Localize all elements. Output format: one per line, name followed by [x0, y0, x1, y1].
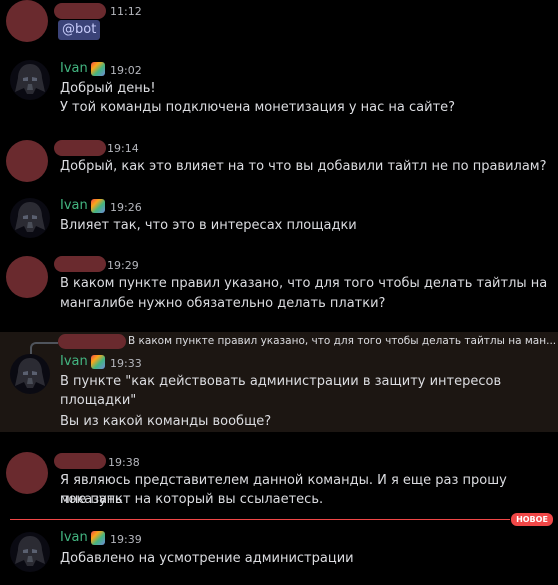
timestamp: 19:29 [107, 259, 139, 272]
mention-tag[interactable]: @bot [58, 20, 101, 40]
timestamp: 19:26 [110, 201, 142, 214]
message-line-1: Добрый, как это влияет на то что вы доба… [60, 159, 547, 174]
darth-vader-avatar-icon[interactable] [10, 354, 50, 394]
username-ivan[interactable]: Ivan [60, 354, 88, 369]
timestamp: 19:33 [110, 357, 142, 370]
reply-preview[interactable]: В каком пункте правил указано, что для т… [128, 335, 556, 347]
message-line-1: Добавлено на усмотрение администрации [60, 551, 354, 566]
rainbow-badge-icon [91, 62, 105, 76]
darth-vader-avatar-icon[interactable] [10, 198, 50, 238]
timestamp: 11:12 [110, 5, 142, 18]
message-2: Ivan 19:02 Добрый день! У той команды по… [0, 58, 558, 122]
message-7: 19:38 Я являюсь представителем данной ко… [0, 452, 558, 516]
username-ivan[interactable]: Ivan [60, 61, 88, 76]
message-1: 11:12 @bot [0, 0, 558, 42]
message-line-3: Вы из какой команды вообще? [60, 414, 272, 429]
message-line-2: мне пункт на который вы ссылаетесь. [60, 492, 324, 507]
timestamp: 19:02 [110, 64, 142, 77]
message-line-1: Добрый день! [60, 81, 156, 96]
message-6: Ivan 19:33 В пункте "как действовать адм… [0, 352, 558, 432]
username-redacted[interactable] [54, 140, 106, 156]
avatar[interactable] [6, 452, 48, 494]
username-ivan[interactable]: Ivan [60, 198, 88, 213]
username-redacted[interactable] [54, 453, 106, 469]
reply-username-redacted[interactable] [58, 334, 126, 349]
message-4: Ivan 19:26 Влияет так, что это в интерес… [0, 196, 558, 240]
message-line-1: Влияет так, что это в интересах площадки [60, 218, 357, 233]
rainbow-badge-icon [91, 531, 105, 545]
username-redacted[interactable] [54, 3, 106, 19]
rainbow-badge-icon [91, 355, 105, 369]
new-messages-badge: НОВОЕ [511, 513, 553, 526]
message-8: Ivan 19:39 Добавлено на усмотрение админ… [0, 530, 558, 580]
timestamp: 19:39 [110, 533, 142, 546]
message-line-2: мангалибе нужно обязательно делать платк… [60, 296, 386, 311]
timestamp: 19:14 [107, 142, 139, 155]
darth-vader-avatar-icon[interactable] [10, 60, 50, 100]
username-redacted[interactable] [54, 256, 106, 272]
avatar[interactable] [6, 0, 48, 42]
message-5: 19:29 В каком пункте правил указано, что… [0, 256, 558, 320]
message-line-2: У той команды подключена монетизация у н… [60, 100, 456, 115]
new-messages-divider [10, 519, 510, 520]
avatar[interactable] [6, 140, 48, 182]
avatar[interactable] [6, 256, 48, 298]
darth-vader-avatar-icon[interactable] [10, 532, 50, 572]
username-ivan[interactable]: Ivan [60, 530, 88, 545]
message-line-1: В пункте "как действовать администрации … [60, 374, 506, 408]
timestamp: 19:38 [108, 456, 140, 469]
message-3: 19:14 Добрый, как это влияет на то что в… [0, 140, 558, 184]
message-line-1: В каком пункте правил указано, что для т… [60, 276, 548, 291]
rainbow-badge-icon [91, 199, 105, 213]
